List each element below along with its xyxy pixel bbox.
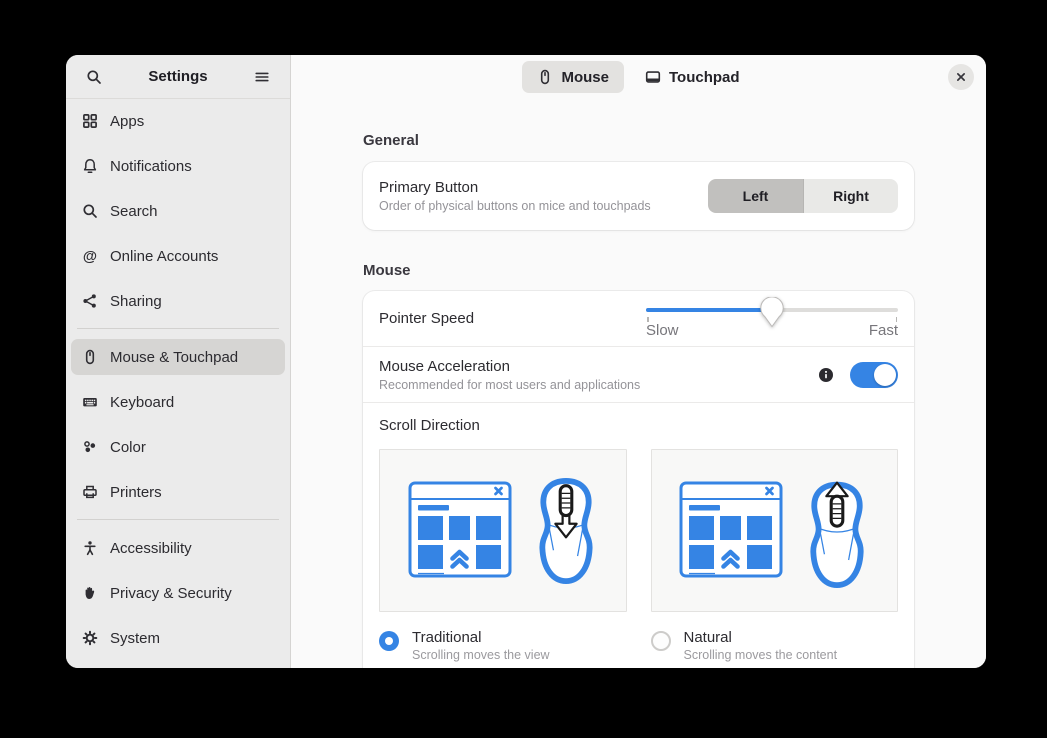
gear-icon (82, 630, 98, 646)
left-button[interactable]: Left (708, 179, 803, 213)
section-heading-general: General (363, 132, 914, 149)
general-card: Primary Button Order of physical buttons… (363, 162, 914, 230)
sidebar-separator (77, 519, 279, 520)
hamburger-icon (254, 69, 270, 85)
mouse-acceleration-subtitle: Recommended for most users and applicati… (379, 378, 818, 392)
mouse-acceleration-row: Mouse Acceleration Recommended for most … (363, 347, 914, 402)
mouse-scroll-up-illustration (805, 473, 869, 589)
right-button[interactable]: Right (803, 179, 898, 213)
sidebar-item-system[interactable]: System (71, 620, 285, 656)
sidebar-item-accessibility[interactable]: Accessibility (71, 530, 285, 566)
svg-text:@: @ (83, 249, 97, 264)
natural-label: Natural (684, 629, 838, 646)
pointer-speed-row: Pointer Speed Slow F (363, 291, 914, 346)
natural-illustration[interactable] (651, 449, 899, 612)
traditional-radio[interactable] (379, 631, 399, 651)
scroll-direction-block: Scroll Direction (363, 403, 914, 668)
traditional-illustration[interactable] (379, 449, 627, 612)
at-icon: @ (82, 248, 98, 264)
slider-fill (646, 308, 772, 312)
app-title: Settings (109, 68, 247, 85)
toggle-knob (874, 364, 896, 386)
hand-icon (82, 585, 98, 601)
touchpad-icon (645, 69, 661, 85)
sidebar-separator (77, 328, 279, 329)
scroll-option-natural: Natural Scrolling moves the content (651, 449, 899, 662)
natural-radio[interactable] (651, 631, 671, 651)
pointer-speed-title: Pointer Speed (379, 310, 646, 327)
sidebar-item-search[interactable]: Search (71, 193, 285, 229)
mouse-acceleration-toggle[interactable] (850, 362, 898, 388)
desktop-background: Settings Apps Notifications Search @ Onl… (0, 0, 1047, 738)
mouse-scroll-down-illustration (534, 477, 598, 585)
close-button[interactable] (948, 64, 974, 90)
search-button[interactable] (79, 62, 109, 92)
tab-touchpad[interactable]: Touchpad (630, 61, 755, 93)
info-icon[interactable] (818, 367, 834, 383)
color-icon (82, 439, 98, 455)
sidebar-item-sharing[interactable]: Sharing (71, 283, 285, 319)
share-icon (82, 293, 98, 309)
natural-subtitle: Scrolling moves the content (684, 648, 838, 662)
tab-mouse-label: Mouse (561, 69, 609, 86)
accessibility-icon (82, 540, 98, 556)
natural-radio-row[interactable]: Natural Scrolling moves the content (651, 629, 899, 662)
sidebar-item-printers[interactable]: Printers (71, 474, 285, 510)
slider-max-label: Fast (869, 322, 898, 339)
sidebar-header: Settings (66, 55, 290, 99)
settings-window: Settings Apps Notifications Search @ Onl… (66, 55, 986, 668)
sidebar-item-apps[interactable]: Apps (71, 103, 285, 139)
apps-grid-icon (82, 113, 98, 129)
section-heading-mouse: Mouse (363, 262, 914, 279)
sidebar-item-mouse-touchpad[interactable]: Mouse & Touchpad (71, 339, 285, 375)
close-icon (954, 70, 968, 84)
scroll-option-traditional: Traditional Scrolling moves the view (379, 449, 627, 662)
window-scroll-illustration (408, 481, 512, 581)
printer-icon (82, 484, 98, 500)
search-icon (82, 203, 98, 219)
primary-button-subtitle: Order of physical buttons on mice and to… (379, 199, 708, 213)
search-icon (86, 69, 102, 85)
tab-touchpad-label: Touchpad (669, 69, 740, 86)
mouse-icon (537, 69, 553, 85)
main-panel: Mouse Touchpad General Primary Button (291, 55, 986, 668)
tab-mouse[interactable]: Mouse (522, 61, 624, 93)
sidebar-list: Apps Notifications Search @ Online Accou… (66, 99, 290, 668)
bell-icon (82, 158, 98, 174)
mouse-card: Pointer Speed Slow F (363, 291, 914, 668)
sidebar: Settings Apps Notifications Search @ Onl… (66, 55, 291, 668)
sidebar-item-privacy-security[interactable]: Privacy & Security (71, 575, 285, 611)
mouse-acceleration-title: Mouse Acceleration (379, 358, 818, 375)
sidebar-item-notifications[interactable]: Notifications (71, 148, 285, 184)
main-menu-button[interactable] (247, 62, 277, 92)
content-area: General Primary Button Order of physical… (363, 99, 914, 668)
keyboard-icon (82, 394, 98, 410)
sidebar-item-color[interactable]: Color (71, 429, 285, 465)
scroll-direction-title: Scroll Direction (379, 417, 898, 434)
pointer-speed-slider[interactable]: Slow Fast (646, 294, 898, 344)
slider-min-label: Slow (646, 322, 679, 339)
primary-button-segmented: Left Right (708, 179, 898, 213)
traditional-subtitle: Scrolling moves the view (412, 648, 550, 662)
traditional-label: Traditional (412, 629, 550, 646)
sidebar-item-online-accounts[interactable]: @ Online Accounts (71, 238, 285, 274)
mouse-icon (82, 349, 98, 365)
header-bar: Mouse Touchpad (291, 55, 986, 99)
traditional-radio-row[interactable]: Traditional Scrolling moves the view (379, 629, 627, 662)
window-scroll-illustration (679, 481, 783, 581)
primary-button-title: Primary Button (379, 179, 708, 196)
primary-button-row: Primary Button Order of physical buttons… (363, 162, 914, 230)
sidebar-item-keyboard[interactable]: Keyboard (71, 384, 285, 420)
